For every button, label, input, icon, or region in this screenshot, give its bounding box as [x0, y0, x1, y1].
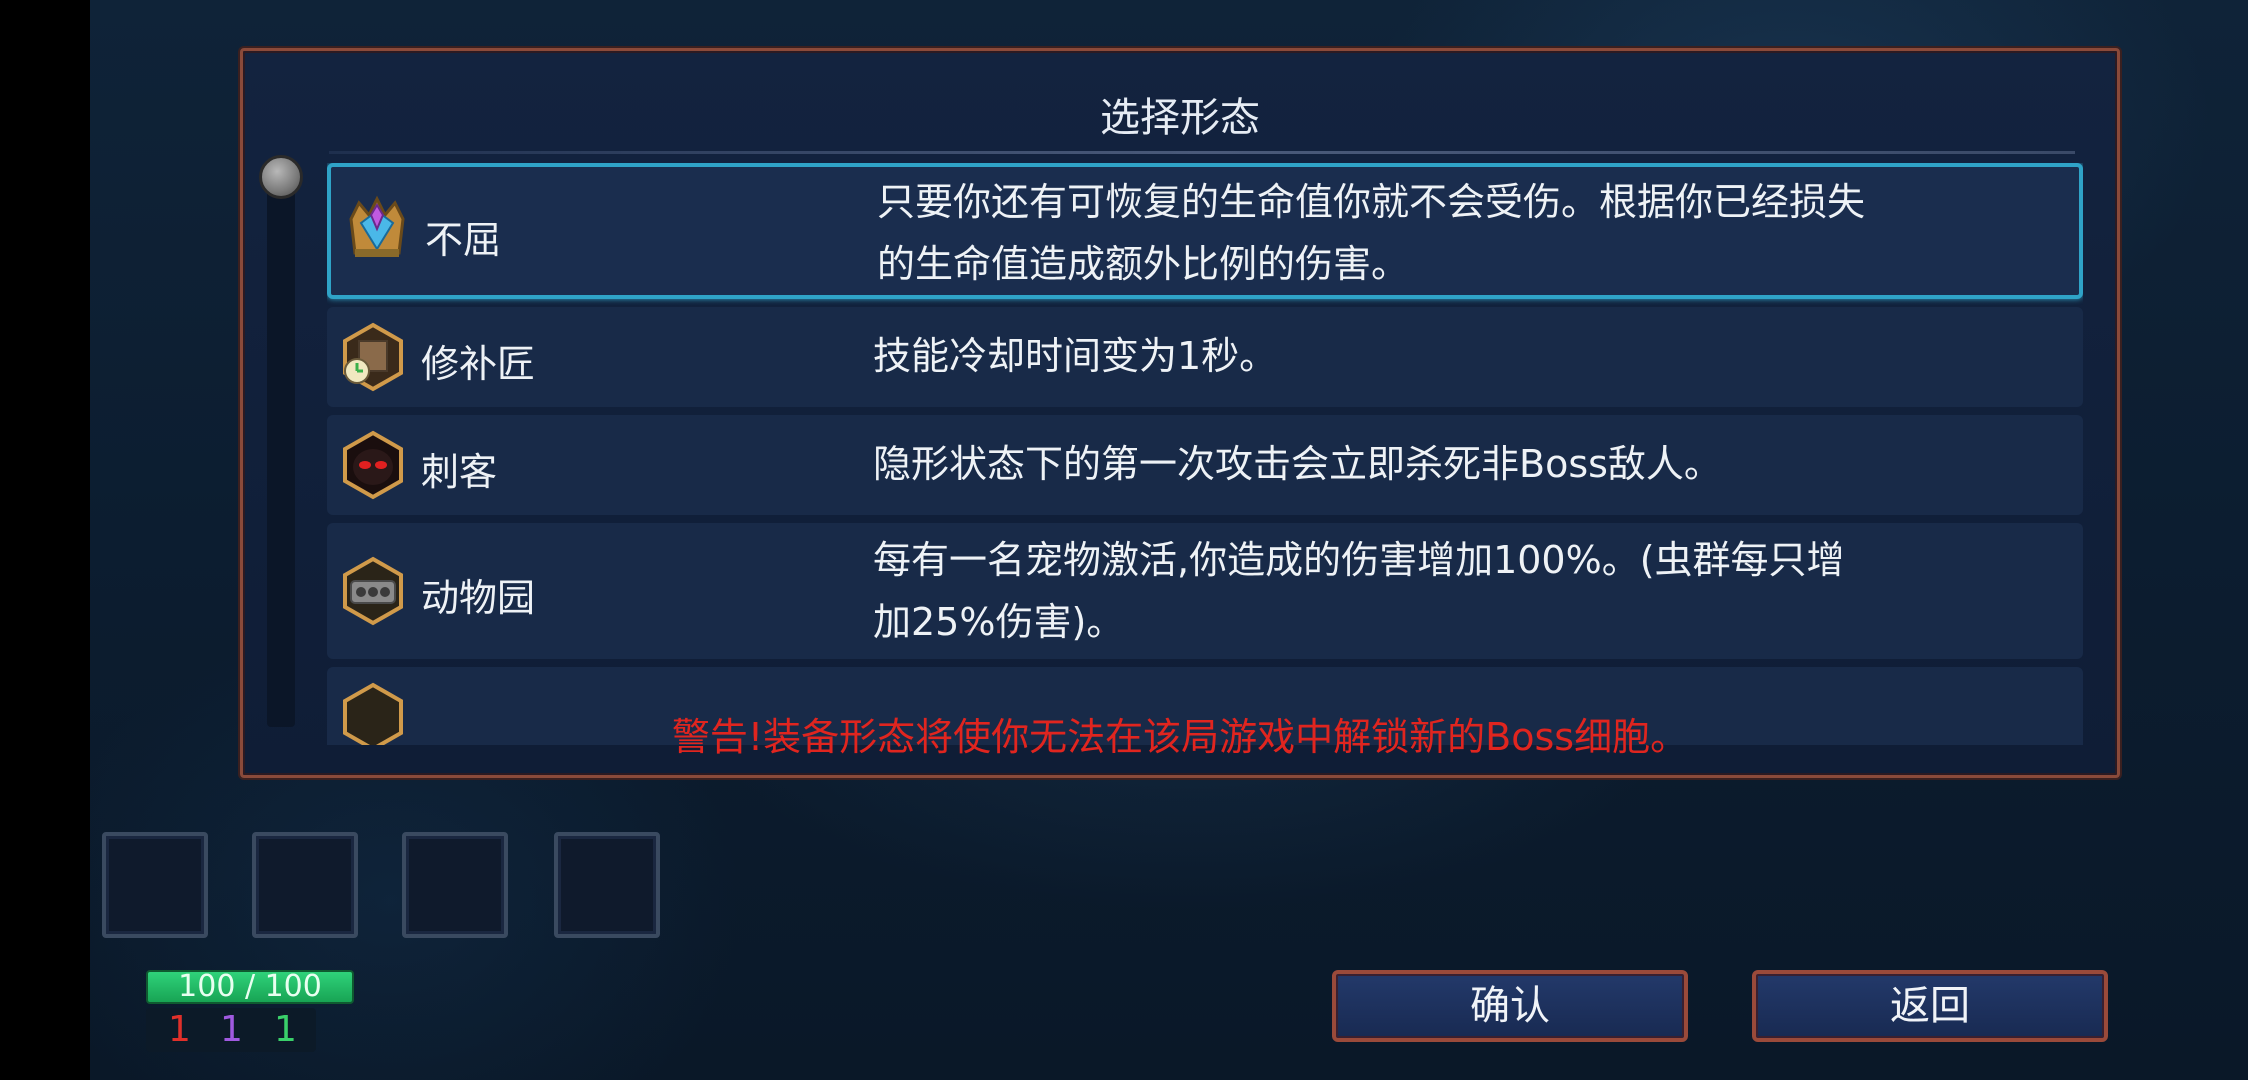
form-name: 不屈	[425, 218, 502, 262]
form-select-dialog: 选择形态 不屈 只要你还有可恢复的生命值你就不会受伤。根据你已经损失 的生命值造…	[240, 48, 2120, 778]
inventory-slot[interactable]	[252, 832, 358, 938]
health-text: 100 / 100	[178, 969, 322, 1004]
description-line: 每有一名宠物激活,你造成的伤害增加100%。(虫群每只增	[873, 538, 1845, 582]
scrollbar-track[interactable]	[267, 161, 295, 727]
back-button[interactable]: 返回	[1752, 970, 2108, 1042]
warning-message: 警告!装备形态将使你无法在该局游戏中解锁新的Boss细胞。	[671, 715, 1689, 759]
form-name: 修补匠	[421, 342, 536, 386]
stat-counters: 1 1 1	[146, 1008, 316, 1052]
tactics-counter: 1	[220, 1009, 243, 1050]
description-line: 的生命值造成额外比例的伤害。	[877, 242, 1410, 286]
tinker-clock-icon	[343, 322, 403, 392]
form-item-assassin[interactable]: 刺客 隐形状态下的第一次攻击会立即杀死非Boss敌人。	[327, 415, 2083, 515]
screen-left-edge	[0, 0, 90, 1080]
confirm-button[interactable]: 确认	[1332, 970, 1688, 1042]
form-name: 动物园	[421, 576, 536, 620]
form-description: 隐形状态下的第一次攻击会立即杀死非Boss敌人。	[873, 433, 2013, 495]
inventory-slot[interactable]	[554, 832, 660, 938]
scrollbar-thumb[interactable]	[259, 155, 303, 199]
form-item-zoo[interactable]: 动物园 每有一名宠物激活,你造成的伤害增加100%。(虫群每只增 加25%伤害)…	[327, 523, 2083, 659]
form-name: 刺客	[421, 450, 498, 494]
crown-gem-icon	[349, 195, 405, 257]
description-line: 隐形状态下的第一次攻击会立即杀死非Boss敌人。	[873, 442, 1722, 486]
form-item-unbreakable[interactable]: 不屈 只要你还有可恢复的生命值你就不会受伤。根据你已经损失 的生命值造成额外比例…	[327, 163, 2083, 299]
form-description: 只要你还有可恢复的生命值你就不会受伤。根据你已经损失 的生命值造成额外比例的伤害…	[877, 171, 2017, 295]
description-line: 只要你还有可恢复的生命值你就不会受伤。根据你已经损失	[877, 180, 1866, 224]
survival-counter: 1	[274, 1009, 297, 1050]
form-description: 技能冷却时间变为1秒。	[873, 325, 2013, 387]
title-divider	[329, 151, 2075, 154]
brutality-counter: 1	[168, 1009, 191, 1050]
health-bar: 100 / 100	[146, 970, 354, 1004]
form-description: 每有一名宠物激活,你造成的伤害增加100%。(虫群每只增 加25%伤害)。	[873, 529, 2013, 653]
inventory-slot[interactable]	[102, 832, 208, 938]
dialog-title: 选择形态	[1100, 95, 1260, 141]
zoo-cage-icon	[343, 556, 403, 626]
form-item-tinker[interactable]: 修补匠 技能冷却时间变为1秒。	[327, 307, 2083, 407]
assassin-mask-icon	[343, 430, 403, 500]
description-line: 加25%伤害)。	[873, 600, 1125, 644]
form-list: 不屈 只要你还有可恢复的生命值你就不会受伤。根据你已经损失 的生命值造成额外比例…	[327, 163, 2083, 745]
inventory-slot[interactable]	[402, 832, 508, 938]
description-line: 技能冷却时间变为1秒。	[873, 334, 1278, 378]
